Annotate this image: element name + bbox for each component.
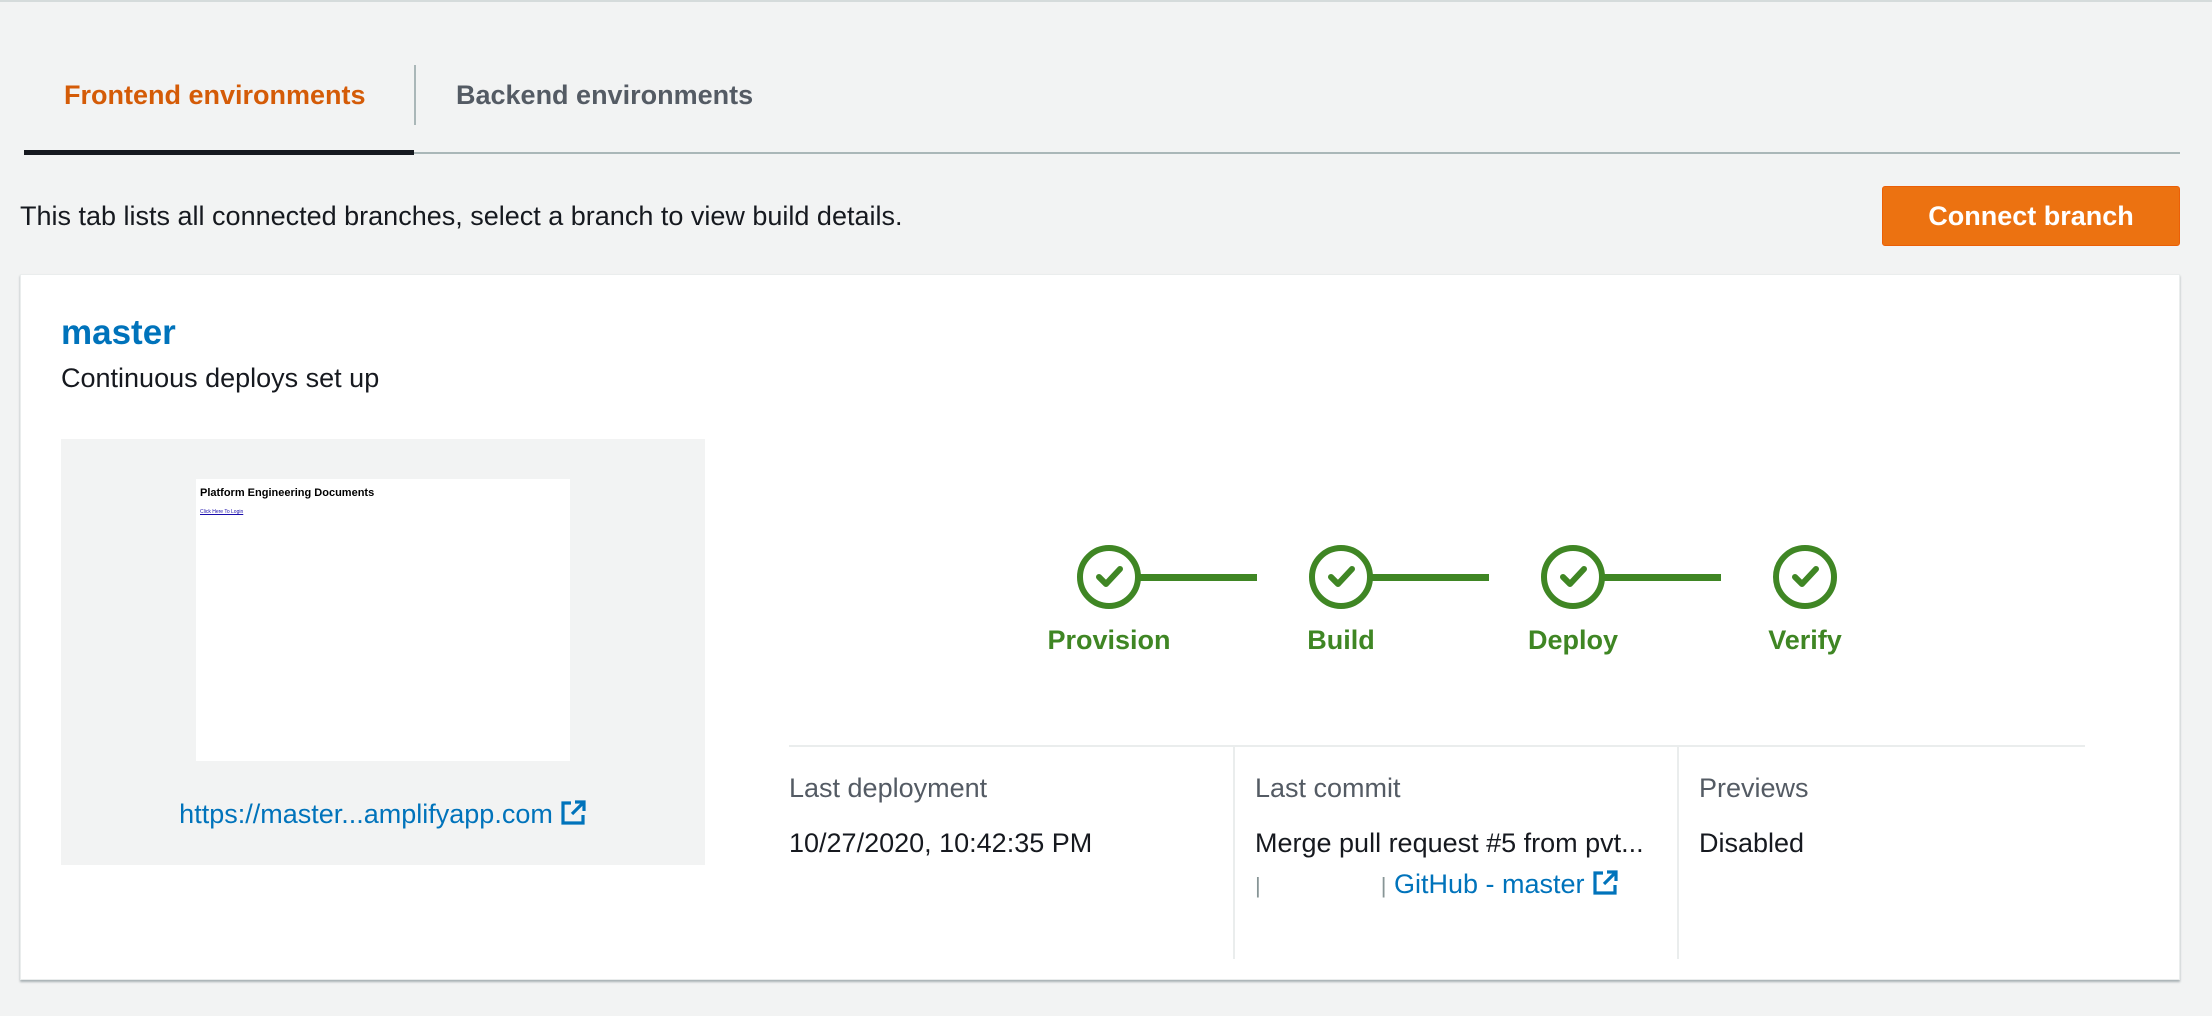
step-verify-status	[1773, 545, 1837, 609]
step-verify-label: Verify	[1768, 625, 1842, 655]
tab-backend-environments[interactable]: Backend environments	[416, 58, 756, 154]
step-deploy-label: Deploy	[1527, 625, 1619, 655]
commit-message: Merge pull request #5 from pvt...	[1255, 828, 1644, 858]
environment-tabs: Frontend environments Backend environmen…	[24, 58, 2180, 155]
step-provision-status	[1077, 545, 1141, 609]
checkmark-icon	[1328, 566, 1355, 587]
last-commit-value: Merge pull request #5 from pvt... | | Git…	[1255, 823, 1655, 906]
step-build-label: Build	[1307, 625, 1375, 655]
tab-frontend-environments[interactable]: Frontend environments	[24, 58, 414, 155]
preview-thumbnail[interactable]: Platform Engineering Documents Click Her…	[196, 479, 570, 761]
github-repo-link[interactable]: GitHub - master	[1394, 869, 1619, 899]
commit-separator: |	[1255, 873, 1261, 898]
checkmark-icon	[1096, 566, 1123, 587]
preview-panel: Platform Engineering Documents Click Her…	[61, 439, 705, 865]
preview-url-text: https://master...amplifyapp.com	[179, 799, 553, 829]
branch-name-link[interactable]: master	[61, 313, 176, 353]
tab-description: This tab lists all connected branches, s…	[20, 201, 903, 231]
top-divider	[0, 0, 2212, 2]
branch-info: Last deployment 10/27/2020, 10:42:35 PM …	[789, 745, 2085, 959]
last-commit-column: Last commit Merge pull request #5 from p…	[1233, 747, 1677, 959]
thumbnail-title: Platform Engineering Documents	[200, 487, 375, 499]
last-commit-label: Last commit	[1255, 773, 1401, 803]
checkmark-icon	[1792, 566, 1819, 587]
last-deployment-value: 10/27/2020, 10:42:35 PM	[789, 828, 1093, 858]
connect-branch-button[interactable]: Connect branch	[1882, 186, 2180, 246]
step-provision-label: Provision	[1047, 625, 1171, 655]
step-build-status	[1309, 545, 1373, 609]
external-link-icon	[1592, 870, 1618, 895]
previews-column: Previews Disabled	[1677, 747, 2085, 959]
branch-status: Continuous deploys set up	[61, 363, 380, 393]
commit-separator: |	[1380, 873, 1387, 898]
last-deployment-label: Last deployment	[789, 773, 988, 803]
previews-label: Previews	[1699, 773, 1809, 803]
last-deployment-column: Last deployment 10/27/2020, 10:42:35 PM	[789, 747, 1233, 959]
step-deploy-status	[1541, 545, 1605, 609]
thumbnail-link: Click Here To Login	[200, 509, 244, 515]
tab-backend-label: Backend environments	[456, 80, 754, 110]
github-repo-text: GitHub - master	[1393, 869, 1585, 899]
external-link-icon	[561, 800, 586, 825]
deployment-pipeline: Provision Build Deploy Verify	[1021, 545, 1842, 665]
branch-card: master Continuous deploys set up Platfor…	[20, 274, 2180, 980]
tab-frontend-label: Frontend environments	[64, 80, 366, 110]
checkmark-icon	[1560, 566, 1587, 587]
previews-value: Disabled	[1699, 828, 1805, 858]
preview-url-link[interactable]: https://master...amplifyapp.com	[61, 799, 705, 830]
